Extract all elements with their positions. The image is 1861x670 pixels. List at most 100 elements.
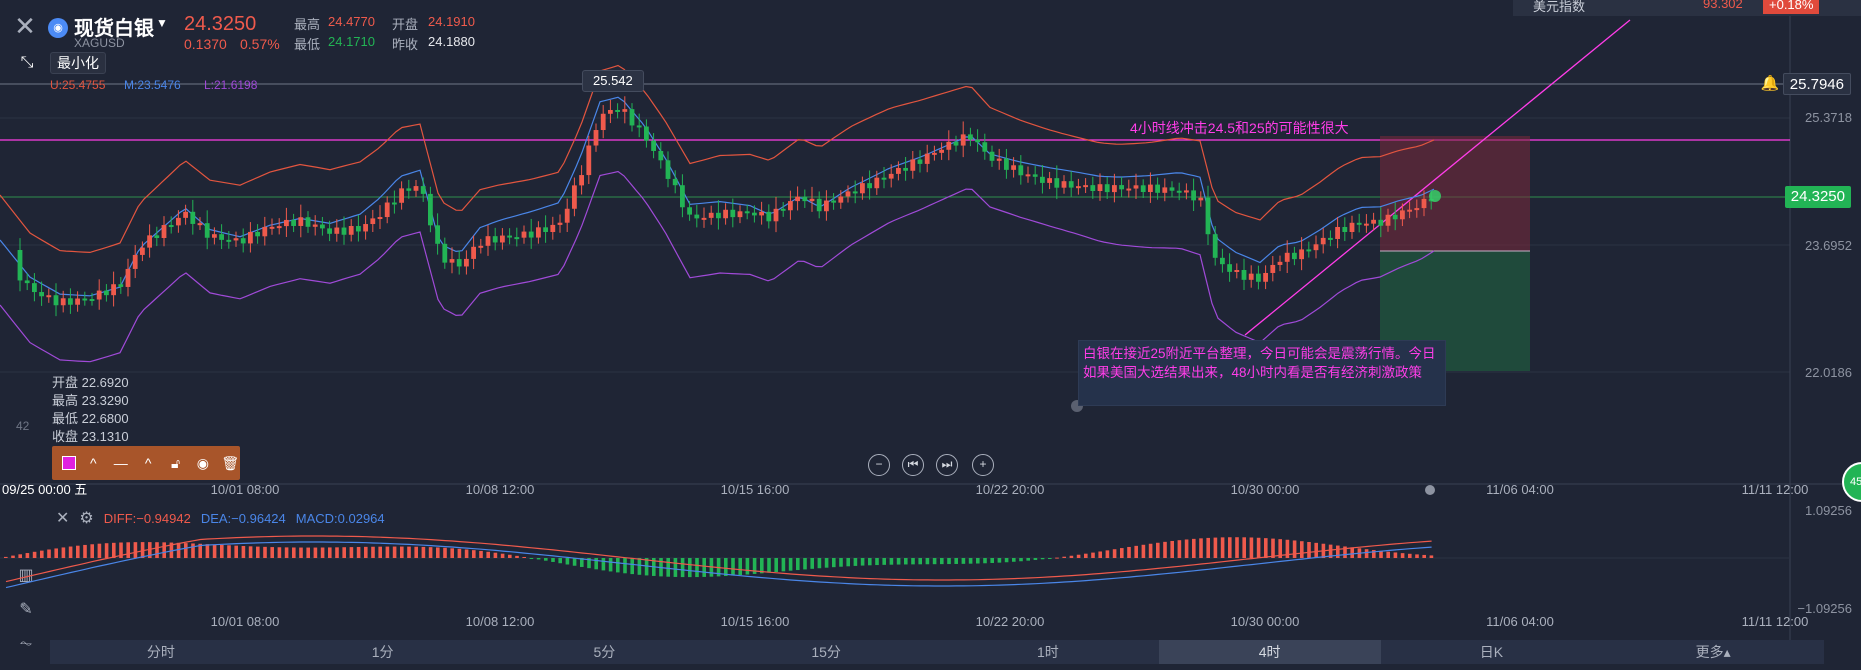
macd-bar — [4, 556, 8, 558]
macd-bar — [1415, 554, 1419, 558]
tab-timeframe[interactable]: 更多▴ — [1602, 640, 1824, 664]
macd-bar — [1314, 542, 1318, 558]
macd-bar — [385, 546, 390, 558]
candle-body — [629, 109, 635, 126]
close-icon[interactable]: ✕ — [10, 12, 40, 42]
tab-timeframe[interactable]: 分时 — [50, 640, 272, 664]
price-chart[interactable]: 09/25 00:00 五 10/01 08:00 10/08 12:00 10/15… — [0, 0, 1861, 500]
candle-body — [1313, 244, 1319, 251]
candle-body — [1364, 223, 1369, 226]
candle-body — [197, 223, 203, 226]
macd-bar — [839, 558, 843, 567]
macd-bar — [1213, 537, 1218, 558]
macd-bar — [184, 543, 188, 558]
timeframe-tabs: 分时 1分 5分 15分 1时 4时 日K 更多▴ — [50, 640, 1824, 664]
macd-chart[interactable]: 10/01 08:00 10/08 12:00 10/15 16:00 10/22 2… — [0, 500, 1861, 640]
macd-bar — [572, 558, 577, 566]
chevron-up-icon[interactable]: ^ — [84, 455, 103, 471]
candle-body — [1392, 214, 1398, 220]
macd-bar — [500, 553, 505, 558]
macd-bar — [803, 558, 807, 570]
lock-icon[interactable]: 🔓︎ — [166, 455, 185, 472]
candle-body — [75, 298, 80, 305]
macd-bar — [1393, 552, 1398, 558]
candle-body — [1068, 181, 1074, 188]
macd-bar — [248, 546, 253, 558]
candle-body — [341, 227, 347, 235]
macd-bar — [1364, 549, 1369, 558]
minimize-icon[interactable]: ⤡ — [16, 52, 38, 74]
macd-bar — [292, 547, 296, 558]
candle-body — [564, 208, 570, 223]
annotation-top-note[interactable]: 4小时线冲击24.5和25的可能性很大 — [1130, 118, 1349, 138]
candle-body — [766, 211, 772, 222]
candle-body — [716, 212, 721, 219]
zoom-out-button[interactable]: − — [868, 454, 890, 476]
usd-index-panel[interactable]: 美元指数 93.302 +0.18% — [1513, 0, 1861, 16]
candle-body — [680, 185, 685, 208]
zoom-in-button[interactable]: + — [972, 454, 994, 476]
scroll-indicator[interactable] — [1425, 485, 1435, 495]
candle-body — [809, 198, 815, 202]
tab-timeframe[interactable]: 4时 — [1158, 640, 1381, 664]
macd-bar — [414, 546, 418, 558]
candle-body — [125, 268, 131, 287]
candle-body — [276, 226, 282, 229]
tab-timeframe[interactable]: 日K — [1381, 640, 1603, 664]
high-marker-label: 25.542 — [582, 70, 644, 92]
scroll-back-button[interactable]: ⏮ — [902, 454, 924, 476]
macd-bar — [1408, 553, 1412, 558]
chevron-up-icon[interactable]: ^ — [138, 455, 157, 471]
candle-body — [1140, 185, 1146, 193]
tab-timeframe[interactable]: 1分 — [272, 640, 494, 664]
candle-body — [1040, 176, 1045, 183]
x-axis-label: 10/22 20:00 — [976, 482, 1045, 497]
candle-body — [1407, 209, 1412, 212]
macd-bar — [1235, 537, 1239, 558]
candle-body — [651, 140, 656, 151]
candle-body — [1349, 222, 1355, 233]
bb-middle-label: M:23.5476 — [124, 78, 181, 92]
macd-bar — [299, 547, 303, 558]
candle-body — [32, 283, 37, 293]
candle-body — [816, 198, 822, 212]
candle-body — [874, 177, 880, 189]
macd-bar — [1228, 537, 1232, 558]
candle-body — [608, 109, 613, 114]
tab-timeframe[interactable]: 1时 — [937, 640, 1159, 664]
candle-body — [1191, 190, 1196, 201]
candle-body — [1176, 190, 1182, 193]
macd-bar — [954, 558, 958, 564]
candle-body — [730, 209, 736, 218]
macd-bar — [616, 558, 620, 573]
tab-timeframe[interactable]: 5分 — [494, 640, 716, 664]
macd-bar — [997, 558, 1002, 563]
candle-body — [723, 209, 728, 219]
candle-body — [1263, 272, 1268, 282]
color-swatch[interactable] — [62, 456, 76, 470]
trash-icon[interactable]: 🗑︎ — [221, 455, 240, 472]
macd-bar — [680, 558, 685, 578]
macd-bottom-tick: −1.09256 — [1797, 601, 1852, 616]
macd-bar — [1026, 558, 1030, 561]
macd-bar — [1148, 543, 1153, 558]
chevron-down-icon[interactable]: ▼ — [156, 16, 168, 30]
macd-bar — [911, 558, 915, 565]
candle-body — [1306, 249, 1312, 252]
candle-body — [1198, 197, 1204, 201]
candle-body — [348, 226, 354, 235]
macd-bar — [767, 558, 771, 573]
symbol-code: XAGUSD — [74, 36, 125, 50]
line-style-icon[interactable]: — — [111, 455, 130, 471]
candle-body — [975, 139, 980, 143]
macd-bar — [90, 544, 94, 558]
tab-timeframe[interactable]: 15分 — [715, 640, 937, 664]
macd-bar — [745, 558, 750, 575]
annotation-box-note[interactable]: 白银在接近25附近平台整理，今日可能会是震荡行情。今日如果美国大选结果出来，48… — [1078, 340, 1446, 406]
current-price: 24.3250 — [184, 13, 257, 35]
scroll-forward-button[interactable]: ⏭ — [936, 454, 958, 476]
candle-body — [838, 196, 844, 203]
eye-icon[interactable]: ◉ — [193, 455, 212, 472]
bell-icon[interactable]: 🔔 — [1760, 74, 1780, 94]
left-cut-label: 42 — [16, 419, 30, 433]
